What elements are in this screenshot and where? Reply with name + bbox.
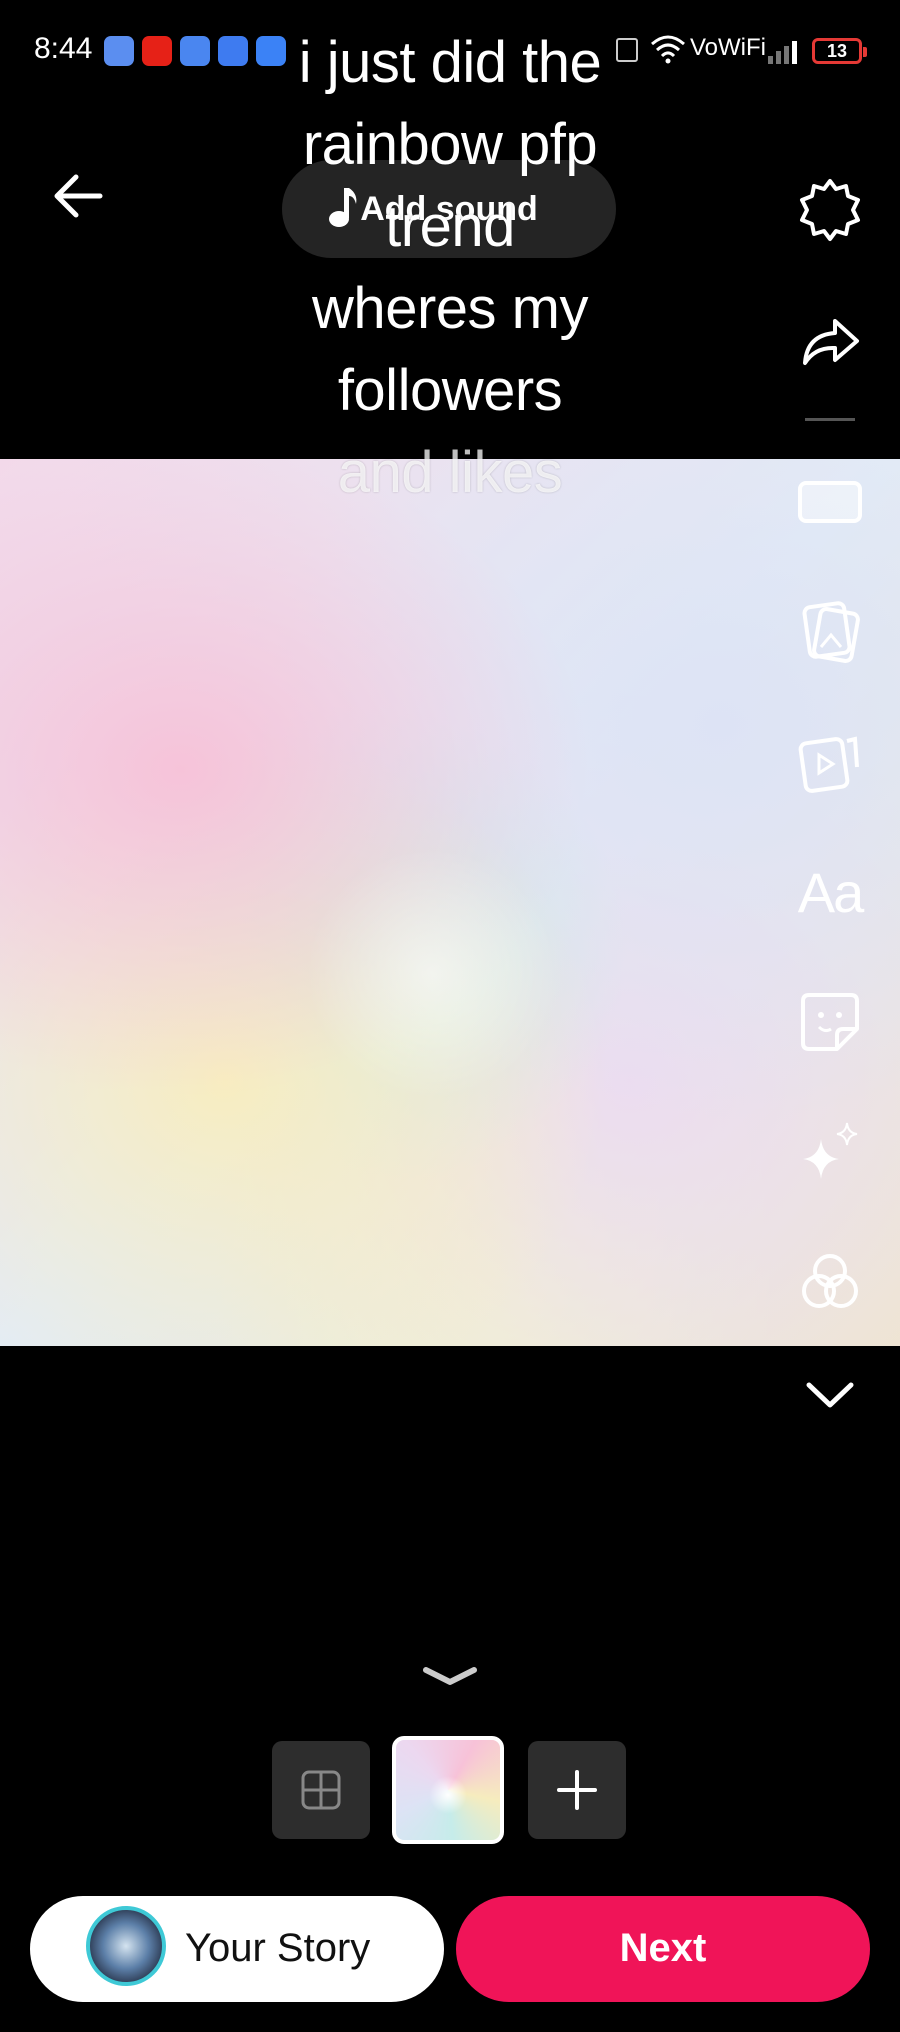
media-preview[interactable] xyxy=(0,459,900,1346)
effects-icon[interactable] xyxy=(790,1112,870,1192)
settings-icon[interactable] xyxy=(790,170,870,250)
add-media-button[interactable] xyxy=(528,1741,626,1839)
media-thumbnail[interactable] xyxy=(392,1736,504,1844)
your-story-label: Your Story xyxy=(185,1926,371,1970)
caption-line: rainbow pfp xyxy=(302,112,598,177)
share-icon[interactable] xyxy=(790,300,870,380)
caption-line: trend xyxy=(385,194,515,259)
next-label: Next xyxy=(619,1926,707,1970)
caption-line: followers xyxy=(337,358,563,423)
text-icon[interactable]: Aa xyxy=(790,852,870,932)
next-button[interactable]: Next xyxy=(456,1896,870,2002)
template-icon[interactable] xyxy=(790,462,870,542)
grid-icon xyxy=(301,1770,341,1810)
filters-icon[interactable] xyxy=(790,1242,870,1322)
video-edit-icon[interactable] xyxy=(790,722,870,802)
your-story-button[interactable]: Your Story xyxy=(30,1896,444,2002)
photo-edit-icon[interactable] xyxy=(790,592,870,672)
chevron-down-icon[interactable] xyxy=(420,1662,480,1692)
sticker-icon[interactable] xyxy=(790,982,870,1062)
grid-layout-button[interactable] xyxy=(272,1741,370,1839)
caption-text[interactable]: i just did the rainbow pfp trend wheres … xyxy=(0,22,900,514)
text-tool-label: Aa xyxy=(797,860,864,924)
back-arrow-icon[interactable] xyxy=(48,166,108,226)
caption-line: and likes xyxy=(337,440,563,505)
expand-icon[interactable] xyxy=(790,1356,870,1436)
caption-line: wheres my xyxy=(312,276,588,341)
plus-icon xyxy=(557,1770,597,1810)
tools-divider xyxy=(805,418,855,421)
caption-line: i just did the xyxy=(298,30,602,95)
avatar xyxy=(86,1906,166,1986)
